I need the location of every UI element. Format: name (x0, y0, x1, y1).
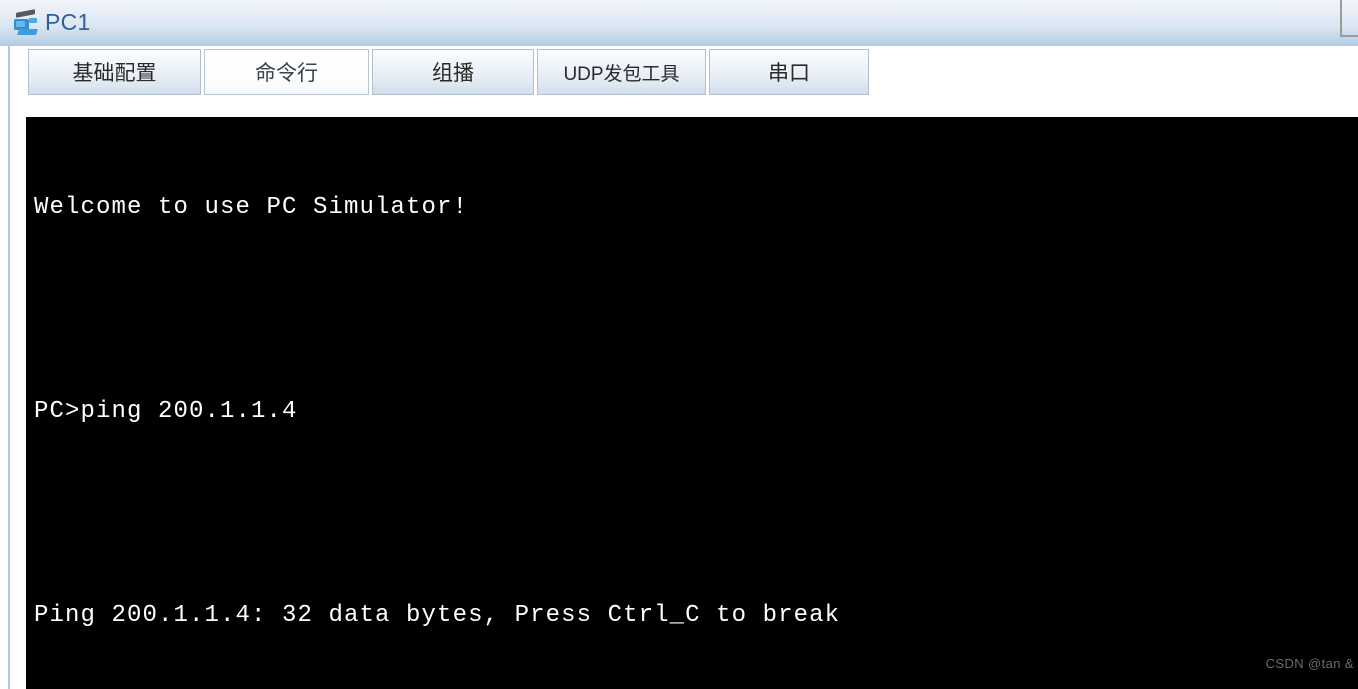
terminal-line: Welcome to use PC Simulator! (34, 194, 469, 221)
tab-serial-port[interactable]: 串口 (709, 49, 869, 95)
window-frame-right-edge (1340, 0, 1342, 37)
pc-simulator-window: PC1 基础配置 命令行 组播 UDP发包工具 串口 Welcome to us… (0, 0, 1358, 689)
watermark: CSDN @tan & (1265, 656, 1354, 671)
terminal-output[interactable]: Welcome to use PC Simulator! PC>ping 200… (26, 117, 1358, 689)
window-title: PC1 (45, 8, 91, 35)
tab-bar: 基础配置 命令行 组播 UDP发包工具 串口 (10, 46, 1358, 117)
window-titlebar: PC1 (0, 0, 1358, 46)
content-panel: 基础配置 命令行 组播 UDP发包工具 串口 Welcome to use PC… (8, 46, 1358, 689)
tab-multicast[interactable]: 组播 (372, 49, 534, 95)
terminal-line: PC>ping 200.1.1.4 (34, 398, 298, 425)
tab-udp-packet-tool[interactable]: UDP发包工具 (537, 49, 706, 95)
tab-command-line[interactable]: 命令行 (204, 49, 369, 95)
window-frame-corner (1340, 35, 1358, 37)
terminal-line: Ping 200.1.1.4: 32 data bytes, Press Ctr… (34, 602, 841, 629)
tab-basic-config[interactable]: 基础配置 (28, 49, 201, 95)
pc-device-icon (13, 9, 39, 36)
